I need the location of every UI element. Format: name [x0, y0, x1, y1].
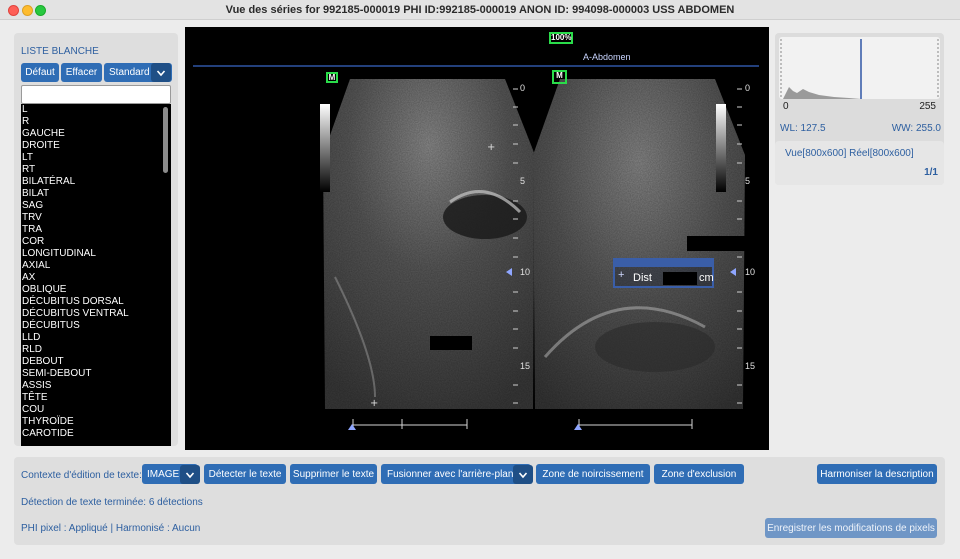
right-depth-label-10: 10 — [745, 267, 756, 277]
redaction-box-measure — [663, 272, 697, 285]
window-width-value: WW: 255.0 — [891, 123, 941, 134]
whitelist-item[interactable]: BILATÉRAL — [21, 176, 161, 188]
clear-button[interactable]: Effacer — [61, 63, 102, 82]
view-info-box: Vue[800x600] Réel[800x600] 1/1 — [775, 141, 944, 185]
measure-label: Dist — [633, 272, 652, 284]
whitelist-item[interactable]: DÉCUBITUS VENTRAL — [21, 308, 161, 320]
whitelist-title: LISTE BLANCHE — [21, 46, 99, 57]
left-grayscale-bar — [320, 104, 330, 192]
study-label: A-Abdomen — [583, 52, 631, 62]
context-select-value: IMAGE — [147, 468, 180, 480]
right-orientation-marker: M — [552, 70, 567, 84]
detect-text-button[interactable]: Détecter le texte — [204, 464, 286, 484]
whitelist-item[interactable]: R — [21, 116, 161, 128]
view-size-label: Vue[800x600] Réel[800x600] — [785, 148, 914, 159]
whitelist-item[interactable]: RLD — [21, 344, 161, 356]
histogram-max-label: 255 — [919, 101, 936, 112]
whitelist-item[interactable]: AX — [21, 272, 161, 284]
histogram-chart — [780, 39, 939, 99]
chevron-down-icon — [185, 471, 195, 478]
whitelist-item[interactable]: TÊTE — [21, 392, 161, 404]
merge-dropdown-toggle[interactable] — [513, 465, 533, 484]
svg-text:+: + — [370, 398, 378, 409]
histogram[interactable] — [779, 37, 940, 99]
whitelist-item[interactable]: TRV — [21, 212, 161, 224]
harmonize-description-button[interactable]: Harmoniser la description — [817, 464, 937, 484]
redaction-box-2[interactable] — [430, 336, 472, 350]
histogram-min-label: 0 — [783, 101, 789, 112]
whitelist-item[interactable]: OBLIQUE — [21, 284, 161, 296]
whitelist-scroll-thumb[interactable] — [163, 107, 168, 173]
whitelist-item[interactable]: LT — [21, 152, 161, 164]
default-button[interactable]: Défaut — [21, 63, 59, 82]
exclusion-zone-button[interactable]: Zone d'exclusion — [654, 464, 744, 484]
whitelist-item[interactable]: SAG — [21, 200, 161, 212]
right-grayscale-bar — [716, 104, 726, 192]
detection-status: Détection de texte terminée: 6 détection… — [21, 497, 203, 508]
measure-cursor-icon: + — [618, 269, 625, 281]
chevron-down-icon — [156, 69, 166, 76]
zoom-indicator: 100% — [549, 32, 573, 44]
whitelist-item[interactable]: CAROTIDE — [21, 428, 161, 440]
whitelist-item[interactable]: DÉCUBITUS DORSAL — [21, 296, 161, 308]
preset-dropdown-toggle[interactable] — [151, 63, 171, 82]
left-orientation-marker: M — [326, 72, 338, 83]
phi-status: PHI pixel : Appliqué | Harmonisé : Aucun — [21, 523, 201, 534]
info-panel: 0 255 WL: 127.5 WW: 255.0 Vue[800x600] R… — [775, 33, 944, 185]
measure-unit: cm — [699, 272, 714, 284]
context-dropdown-toggle[interactable] — [180, 465, 200, 484]
chevron-down-icon — [518, 471, 528, 478]
svg-text:+: + — [487, 142, 495, 153]
title-bar: Vue des séries for 992185-000019 PHI ID:… — [0, 0, 960, 20]
whitelist-panel: LISTE BLANCHE Défaut Effacer Standard LR… — [14, 33, 178, 446]
whitelist-item[interactable]: THYROÏDE — [21, 416, 161, 428]
window-title: Vue des séries for 992185-000019 PHI ID:… — [225, 4, 735, 16]
right-depth-label-15: 15 — [745, 361, 756, 371]
measurement-overlay[interactable]: + Dist cm — [613, 258, 714, 288]
whitelist-item[interactable]: LLD — [21, 332, 161, 344]
whitelist-item[interactable]: GAUCHE — [21, 128, 161, 140]
context-label: Contexte d'édition de texte: — [21, 470, 142, 481]
whitelist-scrollbar[interactable] — [161, 104, 171, 446]
whitelist-item[interactable]: DEBOUT — [21, 356, 161, 368]
whitelist-item[interactable]: COR — [21, 236, 161, 248]
left-depth-label-10: 10 — [520, 267, 531, 277]
right-depth-label-0: 0 — [745, 83, 751, 93]
edit-toolbar: Contexte d'édition de texte: IMAGE Détec… — [14, 457, 945, 545]
left-depth-label-15: 15 — [520, 361, 531, 371]
redaction-box-1[interactable] — [687, 236, 748, 251]
whitelist-item[interactable]: RT — [21, 164, 161, 176]
whitelist-filter-input[interactable] — [21, 85, 171, 104]
window-level-value: WL: 127.5 — [780, 123, 826, 134]
whitelist-item[interactable]: AXIAL — [21, 260, 161, 272]
image-viewer[interactable]: + + 100% A-Abdomen M M 0 5 10 15 0 5 10 … — [185, 27, 769, 450]
preset-select-value: Standard — [109, 67, 150, 78]
merge-mode-select[interactable]: Fusionner avec l'arrière-plan — [381, 464, 531, 484]
whitelist-item[interactable]: ASSIS — [21, 380, 161, 392]
whitelist-item[interactable]: COU — [21, 404, 161, 416]
whitelist-item[interactable]: DROITE — [21, 140, 161, 152]
left-depth-label-0: 0 — [520, 83, 526, 93]
save-pixel-changes-button[interactable]: Enregistrer les modifications de pixels — [765, 518, 937, 538]
whitelist-item[interactable]: L — [21, 104, 161, 116]
delete-text-button[interactable]: Supprimer le texte — [290, 464, 377, 484]
whitelist-item[interactable]: TRA — [21, 224, 161, 236]
whitelist-item[interactable]: LONGITUDINAL — [21, 248, 161, 260]
whitelist-list[interactable]: L R GAUCHE DROITE LT RT BILATÉRAL BILAT SAG TRV TR… — [21, 104, 161, 446]
right-depth-label-5: 5 — [745, 176, 751, 186]
whitelist-item[interactable]: BILAT — [21, 188, 161, 200]
blackout-zone-button[interactable]: Zone de noircissement — [536, 464, 650, 484]
page-counter: 1/1 — [924, 167, 938, 178]
whitelist-item[interactable]: DÉCUBITUS — [21, 320, 161, 332]
merge-mode-value: Fusionner avec l'arrière-plan — [387, 468, 514, 480]
ultrasound-image: + + — [193, 65, 759, 430]
left-depth-label-5: 5 — [520, 176, 526, 186]
whitelist-item[interactable]: SEMI-DEBOUT — [21, 368, 161, 380]
